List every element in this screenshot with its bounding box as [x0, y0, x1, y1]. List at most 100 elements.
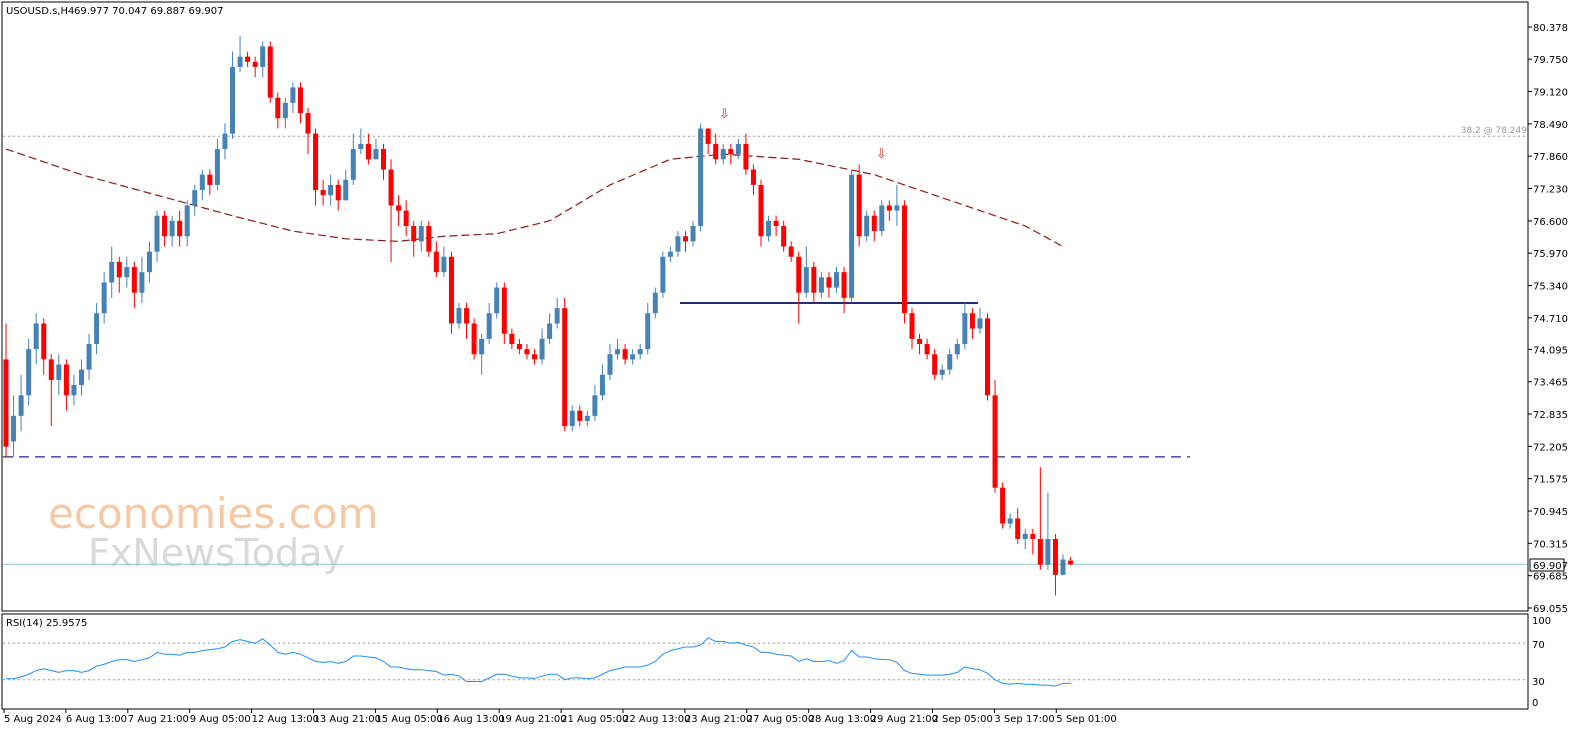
price-tick-label: 70.945	[1533, 507, 1568, 518]
candle-body	[720, 149, 726, 160]
candle-body	[834, 272, 839, 288]
price-tick-label: 77.860	[1533, 152, 1568, 163]
time-tick-label: 16 Aug 13:00	[437, 714, 504, 725]
price-tick-label: 71.575	[1533, 475, 1568, 486]
candle-body	[645, 313, 651, 350]
candle	[562, 297, 568, 432]
time-tick-label: 13 Aug 21:00	[314, 714, 381, 725]
candle-body	[750, 169, 756, 185]
candle-body	[1000, 487, 1006, 524]
candle-body	[879, 205, 885, 232]
candle-body	[63, 364, 69, 396]
candle-body	[532, 354, 537, 360]
price-tick-label: 72.205	[1533, 442, 1568, 453]
rsi-tick-100: 100	[1532, 616, 1551, 627]
time-tick-label: 29 Aug 21:00	[871, 714, 938, 725]
candle-body	[418, 225, 424, 242]
price-tick-label: 69.685	[1533, 572, 1568, 583]
candle-body	[381, 149, 386, 170]
candle-body	[607, 354, 613, 375]
candle-body	[637, 349, 643, 355]
candle	[992, 379, 998, 493]
candle-body	[1037, 538, 1043, 565]
candle-body	[1068, 560, 1074, 565]
candle-body	[169, 220, 175, 237]
candle-body	[131, 267, 137, 293]
candle-body	[464, 308, 470, 324]
candle-body	[675, 236, 681, 252]
chart-header-ohlc: 69.977 70.047 69.887 69.907	[74, 6, 224, 17]
candle-body	[667, 251, 673, 257]
price-tick-label: 80.378	[1533, 23, 1568, 34]
time-tick-label: 6 Aug 13:00	[66, 714, 127, 725]
time-tick-label: 9 Aug 05:00	[190, 714, 251, 725]
candle	[901, 200, 907, 324]
candle	[660, 251, 666, 298]
candle	[698, 123, 704, 232]
candle-body	[18, 395, 24, 416]
candle-body	[79, 369, 84, 386]
candle-body	[252, 61, 258, 67]
price-tick-label: 75.970	[1533, 249, 1568, 260]
candle-body	[33, 323, 39, 350]
candle-body	[818, 277, 824, 293]
candle-body	[539, 338, 545, 360]
candle-body	[1022, 533, 1028, 539]
candle-body	[705, 128, 711, 144]
candle-body	[426, 225, 432, 252]
time-axis: 5 Aug 2024 6 Aug 13:00 7 Aug 21:00 9 Aug 05…	[3, 709, 1117, 725]
candle-body	[290, 87, 296, 103]
rsi-label: RSI(14) 25.9575	[6, 618, 87, 629]
candle	[494, 282, 500, 319]
candle-body	[758, 184, 764, 237]
candle-body	[592, 395, 598, 416]
candle-body	[260, 46, 266, 67]
candle-body	[509, 333, 515, 345]
price-chart[interactable]: economies.com FxNewsToday ⇩ ⇩ 38.2 @ 78.…	[0, 0, 1596, 743]
candle-body	[48, 359, 54, 380]
candle-body	[1060, 559, 1066, 575]
candle-body	[524, 349, 530, 355]
candle-body	[501, 287, 507, 334]
candle-body	[222, 133, 228, 150]
candle-body	[109, 261, 115, 283]
candle-body	[388, 169, 394, 206]
candle-body	[146, 251, 152, 273]
candle-body	[403, 210, 409, 226]
rsi-tick-30: 30	[1532, 677, 1545, 688]
price-axis: 80.378 79.750 79.120 78.490 77.860 77.230 76.6…	[1528, 23, 1568, 615]
candle-body	[358, 143, 364, 150]
candle-body	[313, 133, 319, 191]
candle-body	[743, 143, 749, 170]
candle-body	[977, 318, 983, 329]
candle-body	[615, 349, 621, 355]
down-arrow-icon: ⇩	[719, 107, 730, 122]
candle-body	[411, 225, 417, 242]
candle-body	[139, 272, 145, 293]
current-price-value: 69.907	[1533, 561, 1568, 572]
candle-body	[154, 215, 160, 252]
candle	[1000, 482, 1006, 529]
candle-body	[924, 344, 930, 355]
candle-body	[396, 205, 402, 211]
candle-body	[788, 246, 794, 257]
candle-body	[41, 323, 47, 360]
candle-body	[969, 313, 975, 329]
price-tick-label: 76.600	[1533, 217, 1568, 228]
candle-body	[214, 149, 220, 185]
candle-body	[275, 97, 281, 119]
time-tick-label: 12 Aug 13:00	[252, 714, 319, 725]
rsi-tick-0: 0	[1532, 698, 1538, 709]
candle	[856, 164, 862, 247]
candle-body	[26, 349, 32, 396]
price-tick-label: 79.750	[1533, 55, 1568, 66]
candle-body	[1030, 533, 1036, 539]
candle-body	[11, 415, 17, 442]
candle-body	[584, 415, 590, 421]
candle-body	[245, 56, 251, 62]
candle-body	[207, 174, 213, 185]
candle-body	[3, 359, 9, 447]
candle-body	[954, 344, 960, 355]
candle-body	[690, 225, 696, 242]
candle-body	[811, 267, 817, 293]
